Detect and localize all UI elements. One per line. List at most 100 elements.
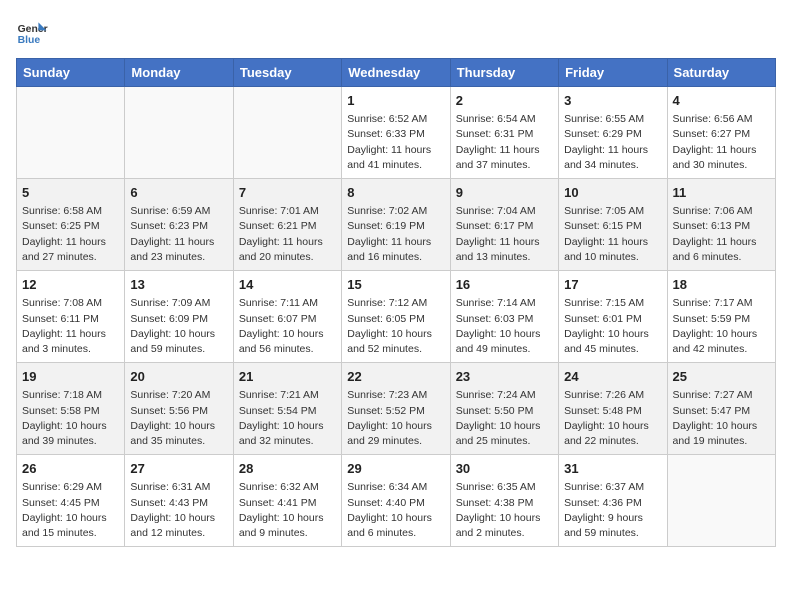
calendar-day-cell: 3 Sunrise: 6:55 AM Sunset: 6:29 PM Daylig… — [559, 87, 667, 179]
calendar-day-cell: 10 Sunrise: 7:05 AM Sunset: 6:15 PM Dayli… — [559, 179, 667, 271]
calendar-week-row: 1 Sunrise: 6:52 AM Sunset: 6:33 PM Daylig… — [17, 87, 776, 179]
day-info: Sunrise: 6:31 AM Sunset: 4:43 PM Dayligh… — [130, 480, 227, 541]
calendar-day-cell: 1 Sunrise: 6:52 AM Sunset: 6:33 PM Daylig… — [342, 87, 450, 179]
day-number: 16 — [456, 276, 553, 294]
day-info: Sunrise: 6:29 AM Sunset: 4:45 PM Dayligh… — [22, 480, 119, 541]
day-number: 7 — [239, 184, 336, 202]
page-header: General Blue — [16, 16, 776, 48]
day-number: 27 — [130, 460, 227, 478]
day-info: Sunrise: 6:34 AM Sunset: 4:40 PM Dayligh… — [347, 480, 444, 541]
day-number: 4 — [673, 92, 770, 110]
day-number: 1 — [347, 92, 444, 110]
day-info: Sunrise: 6:56 AM Sunset: 6:27 PM Dayligh… — [673, 112, 770, 173]
day-number: 5 — [22, 184, 119, 202]
calendar-day-cell: 25 Sunrise: 7:27 AM Sunset: 5:47 PM Dayli… — [667, 363, 775, 455]
weekday-header: Wednesday — [342, 59, 450, 87]
weekday-header: Friday — [559, 59, 667, 87]
day-info: Sunrise: 6:55 AM Sunset: 6:29 PM Dayligh… — [564, 112, 661, 173]
calendar-day-cell: 18 Sunrise: 7:17 AM Sunset: 5:59 PM Dayli… — [667, 271, 775, 363]
day-info: Sunrise: 6:58 AM Sunset: 6:25 PM Dayligh… — [22, 204, 119, 265]
day-number: 28 — [239, 460, 336, 478]
day-info: Sunrise: 7:14 AM Sunset: 6:03 PM Dayligh… — [456, 296, 553, 357]
day-info: Sunrise: 7:23 AM Sunset: 5:52 PM Dayligh… — [347, 388, 444, 449]
calendar-day-cell: 28 Sunrise: 6:32 AM Sunset: 4:41 PM Dayli… — [233, 455, 341, 547]
day-number: 2 — [456, 92, 553, 110]
day-info: Sunrise: 6:35 AM Sunset: 4:38 PM Dayligh… — [456, 480, 553, 541]
day-number: 19 — [22, 368, 119, 386]
day-info: Sunrise: 7:18 AM Sunset: 5:58 PM Dayligh… — [22, 388, 119, 449]
day-info: Sunrise: 7:11 AM Sunset: 6:07 PM Dayligh… — [239, 296, 336, 357]
weekday-header-row: SundayMondayTuesdayWednesdayThursdayFrid… — [17, 59, 776, 87]
day-info: Sunrise: 7:05 AM Sunset: 6:15 PM Dayligh… — [564, 204, 661, 265]
day-number: 6 — [130, 184, 227, 202]
weekday-header: Tuesday — [233, 59, 341, 87]
weekday-header: Thursday — [450, 59, 558, 87]
day-info: Sunrise: 7:17 AM Sunset: 5:59 PM Dayligh… — [673, 296, 770, 357]
day-info: Sunrise: 6:32 AM Sunset: 4:41 PM Dayligh… — [239, 480, 336, 541]
day-info: Sunrise: 7:01 AM Sunset: 6:21 PM Dayligh… — [239, 204, 336, 265]
calendar-day-cell: 7 Sunrise: 7:01 AM Sunset: 6:21 PM Daylig… — [233, 179, 341, 271]
calendar-day-cell: 31Sunrise: 6:37 AM Sunset: 4:36 PM Dayli… — [559, 455, 667, 547]
day-info: Sunrise: 6:52 AM Sunset: 6:33 PM Dayligh… — [347, 112, 444, 173]
day-number: 17 — [564, 276, 661, 294]
day-number: 18 — [673, 276, 770, 294]
calendar-table: SundayMondayTuesdayWednesdayThursdayFrid… — [16, 58, 776, 547]
day-info: Sunrise: 7:09 AM Sunset: 6:09 PM Dayligh… — [130, 296, 227, 357]
calendar-day-cell: 16 Sunrise: 7:14 AM Sunset: 6:03 PM Dayli… — [450, 271, 558, 363]
day-info: Sunrise: 7:15 AM Sunset: 6:01 PM Dayligh… — [564, 296, 661, 357]
day-number: 29 — [347, 460, 444, 478]
day-info: Sunrise: 7:27 AM Sunset: 5:47 PM Dayligh… — [673, 388, 770, 449]
day-info: Sunrise: 7:04 AM Sunset: 6:17 PM Dayligh… — [456, 204, 553, 265]
calendar-day-cell — [125, 87, 233, 179]
day-info: Sunrise: 7:06 AM Sunset: 6:13 PM Dayligh… — [673, 204, 770, 265]
calendar-day-cell: 20 Sunrise: 7:20 AM Sunset: 5:56 PM Dayli… — [125, 363, 233, 455]
calendar-day-cell: 5 Sunrise: 6:58 AM Sunset: 6:25 PM Daylig… — [17, 179, 125, 271]
calendar-day-cell: 11Sunrise: 7:06 AM Sunset: 6:13 PM Dayli… — [667, 179, 775, 271]
calendar-day-cell: 8Sunrise: 7:02 AM Sunset: 6:19 PM Daylig… — [342, 179, 450, 271]
calendar-day-cell: 27 Sunrise: 6:31 AM Sunset: 4:43 PM Dayli… — [125, 455, 233, 547]
day-number: 13 — [130, 276, 227, 294]
calendar-day-cell: 23Sunrise: 7:24 AM Sunset: 5:50 PM Dayli… — [450, 363, 558, 455]
day-number: 24 — [564, 368, 661, 386]
day-number: 21 — [239, 368, 336, 386]
day-number: 23 — [456, 368, 553, 386]
calendar-day-cell: 15Sunrise: 7:12 AM Sunset: 6:05 PM Dayli… — [342, 271, 450, 363]
day-number: 31 — [564, 460, 661, 478]
day-number: 10 — [564, 184, 661, 202]
day-number: 30 — [456, 460, 553, 478]
calendar-day-cell: 4 Sunrise: 6:56 AM Sunset: 6:27 PM Daylig… — [667, 87, 775, 179]
calendar-day-cell: 19 Sunrise: 7:18 AM Sunset: 5:58 PM Dayli… — [17, 363, 125, 455]
calendar-day-cell: 17 Sunrise: 7:15 AM Sunset: 6:01 PM Dayli… — [559, 271, 667, 363]
day-number: 20 — [130, 368, 227, 386]
day-info: Sunrise: 7:21 AM Sunset: 5:54 PM Dayligh… — [239, 388, 336, 449]
day-info: Sunrise: 7:26 AM Sunset: 5:48 PM Dayligh… — [564, 388, 661, 449]
day-number: 12 — [22, 276, 119, 294]
day-info: Sunrise: 6:54 AM Sunset: 6:31 PM Dayligh… — [456, 112, 553, 173]
day-number: 14 — [239, 276, 336, 294]
logo: General Blue — [16, 16, 52, 48]
day-info: Sunrise: 7:02 AM Sunset: 6:19 PM Dayligh… — [347, 204, 444, 265]
calendar-day-cell — [667, 455, 775, 547]
day-info: Sunrise: 7:08 AM Sunset: 6:11 PM Dayligh… — [22, 296, 119, 357]
calendar-day-cell — [233, 87, 341, 179]
logo-icon: General Blue — [16, 16, 48, 48]
calendar-week-row: 5 Sunrise: 6:58 AM Sunset: 6:25 PM Daylig… — [17, 179, 776, 271]
calendar-day-cell: 14 Sunrise: 7:11 AM Sunset: 6:07 PM Dayli… — [233, 271, 341, 363]
weekday-header: Saturday — [667, 59, 775, 87]
weekday-header: Monday — [125, 59, 233, 87]
calendar-day-cell: 2 Sunrise: 6:54 AM Sunset: 6:31 PM Daylig… — [450, 87, 558, 179]
calendar-week-row: 12 Sunrise: 7:08 AM Sunset: 6:11 PM Dayli… — [17, 271, 776, 363]
calendar-day-cell: 9 Sunrise: 7:04 AM Sunset: 6:17 PM Daylig… — [450, 179, 558, 271]
day-number: 9 — [456, 184, 553, 202]
day-number: 22 — [347, 368, 444, 386]
calendar-day-cell — [17, 87, 125, 179]
day-number: 3 — [564, 92, 661, 110]
calendar-week-row: 19 Sunrise: 7:18 AM Sunset: 5:58 PM Dayli… — [17, 363, 776, 455]
calendar-day-cell: 24 Sunrise: 7:26 AM Sunset: 5:48 PM Dayli… — [559, 363, 667, 455]
day-info: Sunrise: 7:20 AM Sunset: 5:56 PM Dayligh… — [130, 388, 227, 449]
day-info: Sunrise: 7:12 AM Sunset: 6:05 PM Dayligh… — [347, 296, 444, 357]
calendar-day-cell: 30 Sunrise: 6:35 AM Sunset: 4:38 PM Dayli… — [450, 455, 558, 547]
day-number: 25 — [673, 368, 770, 386]
calendar-day-cell: 26Sunrise: 6:29 AM Sunset: 4:45 PM Dayli… — [17, 455, 125, 547]
calendar-day-cell: 21 Sunrise: 7:21 AM Sunset: 5:54 PM Dayli… — [233, 363, 341, 455]
